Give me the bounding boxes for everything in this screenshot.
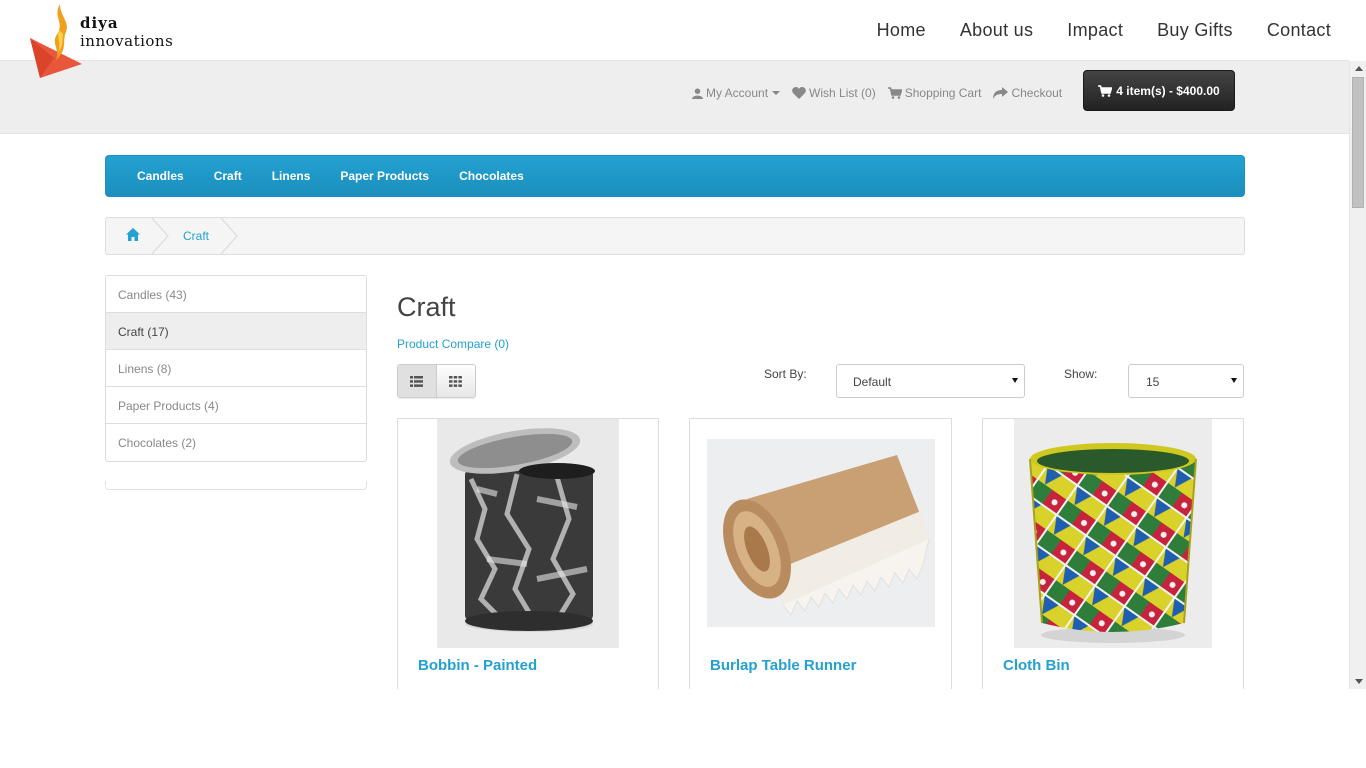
view-toggle [397,364,476,398]
top-header: diya innovations Home About us Impact Bu… [0,0,1349,78]
cart-icon [1098,84,1113,97]
product-name[interactable]: Bobbin - Painted [418,657,537,674]
product-image-cloth-bin[interactable] [1014,419,1212,648]
product-compare-link[interactable]: Product Compare (0) [397,337,509,351]
page-scrollbar[interactable] [1349,61,1366,689]
list-view-button[interactable] [398,365,437,397]
scrollbar-thumb[interactable] [1352,77,1364,208]
menu-candles[interactable]: Candles [122,169,199,183]
menu-craft[interactable]: Craft [199,169,257,183]
dropdown-arrow-icon [1231,378,1237,383]
arrow-up-icon [1354,66,1363,71]
my-account-link[interactable]: My Account [692,86,781,100]
account-links: My Account Wish List (0) Shopping Cart C… [692,86,1074,100]
nav-buy-gifts[interactable]: Buy Gifts [1157,20,1233,41]
cart-summary-label: 4 item(s) - $400.00 [1116,83,1220,98]
product-image-burlap-runner[interactable] [707,439,935,627]
category-menu: Candles Craft Linens Paper Products Choc… [105,155,1245,197]
home-icon[interactable] [126,228,140,241]
wish-list-link[interactable]: Wish List (0) [792,86,876,100]
breadcrumb-craft[interactable]: Craft [183,229,209,243]
sidebar-module-bottom [105,481,367,490]
sidebar-item-linens[interactable]: Linens (8) [106,350,366,387]
cart-summary-button[interactable]: 4 item(s) - $400.00 [1083,70,1235,111]
brand-line-2: innovations [80,32,174,50]
breadcrumb-separator [221,218,238,254]
chevron-down-icon [772,91,781,95]
grid-icon [449,375,463,387]
shopping-cart-link[interactable]: Shopping Cart [887,86,982,100]
share-arrow-icon [993,87,1009,99]
grid-view-button[interactable] [436,365,475,397]
cart-icon [887,87,902,99]
sort-by-label: Sort By: [764,367,807,381]
arrow-down-icon [1354,679,1363,684]
scroll-down-button[interactable] [1350,674,1366,689]
nav-impact[interactable]: Impact [1067,20,1123,41]
wish-list-label: Wish List (0) [809,86,876,100]
menu-paper-products[interactable]: Paper Products [325,169,444,183]
product-card: Cloth Bin [982,418,1244,689]
product-card: Burlap Table Runner [689,418,952,689]
checkout-link[interactable]: Checkout [993,86,1062,100]
nav-about-us[interactable]: About us [960,20,1033,41]
category-sidebar: Candles (43) Craft (17) Linens (8) Paper… [105,275,367,462]
product-name[interactable]: Burlap Table Runner [710,657,856,674]
sort-by-value: Default [853,375,892,389]
my-account-label: My Account [706,86,769,100]
breadcrumb: Craft [105,217,1245,255]
scroll-up-button[interactable] [1350,61,1366,76]
menu-chocolates[interactable]: Chocolates [444,169,539,183]
brand-name: diya innovations [80,14,173,50]
breadcrumb-separator [152,218,169,254]
brand-logo[interactable]: diya innovations [26,0,186,80]
show-limit-value: 15 [1146,375,1160,389]
list-icon [410,375,424,387]
show-label: Show: [1064,367,1098,381]
menu-linens[interactable]: Linens [257,169,326,183]
sidebar-item-candles[interactable]: Candles (43) [106,276,366,313]
dropdown-arrow-icon [1012,378,1018,383]
product-name[interactable]: Cloth Bin [1003,657,1070,674]
sidebar-item-paper-products[interactable]: Paper Products (4) [106,387,366,424]
sidebar-item-craft[interactable]: Craft (17) [106,313,366,350]
account-strip: My Account Wish List (0) Shopping Cart C… [0,61,1349,134]
heart-icon [792,87,806,99]
page-title: Craft [397,292,456,322]
checkout-label: Checkout [1011,86,1063,100]
sort-by-select[interactable]: Default [836,364,1025,398]
nav-home[interactable]: Home [877,20,926,41]
user-icon [692,87,703,99]
product-image-bobbin[interactable] [437,419,619,648]
brand-line-1: diya [80,14,119,32]
sidebar-item-chocolates[interactable]: Chocolates (2) [106,424,366,461]
top-navigation: Home About us Impact Buy Gifts Contact [843,20,1331,41]
show-limit-select[interactable]: 15 [1128,364,1244,398]
product-card: Bobbin - Painted [397,418,659,689]
shopping-cart-label: Shopping Cart [904,86,982,100]
logo-icon [30,4,82,78]
nav-contact[interactable]: Contact [1267,20,1331,41]
